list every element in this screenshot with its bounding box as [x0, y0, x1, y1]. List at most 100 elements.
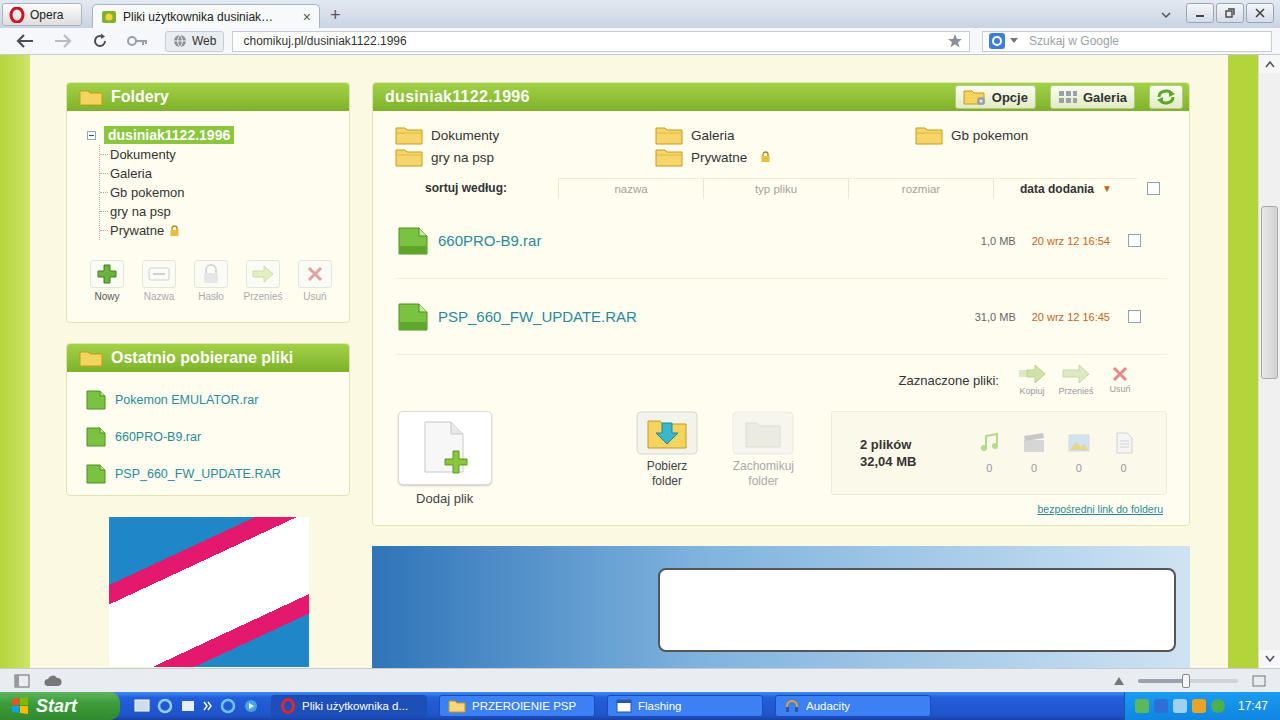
sort-column[interactable]: typ pliku — [703, 178, 848, 199]
folder-icon — [915, 125, 943, 145]
advertisement-banner[interactable] — [372, 546, 1190, 668]
scroll-up-button[interactable] — [1259, 55, 1280, 73]
restore-icon — [1225, 8, 1235, 18]
folder-stats-column: 2 plików32,04 MB0000bezpośredni link do … — [831, 411, 1167, 515]
vertical-scrollbar[interactable] — [1258, 55, 1280, 668]
scroll-down-button[interactable] — [1259, 650, 1280, 668]
folder-panel-body: DokumentyGaleriaGb pokemon gry na pspPryw… — [373, 111, 1189, 525]
recent-file-link[interactable]: PSP_660_FW_UPDATE.RAR — [85, 463, 337, 485]
window-switch-icon[interactable] — [180, 698, 196, 714]
folder-tool-button: Hasło — [193, 260, 229, 302]
tray-network-icon[interactable] — [1135, 699, 1149, 713]
key-icon[interactable] — [127, 35, 149, 47]
media-player-icon[interactable] — [243, 698, 259, 714]
panel-toggle-icon[interactable] — [14, 674, 30, 688]
tree-root-label[interactable]: dusiniak1122.1996 — [104, 126, 234, 144]
browser-tab[interactable]: Pliki użytkownika dusiniak…× — [92, 4, 320, 28]
url-field[interactable]: chomikuj.pl/dusiniak1122.1996 — [232, 31, 970, 52]
sort-column[interactable]: data dodania▼ — [993, 178, 1138, 199]
minimize-button[interactable] — [1186, 3, 1214, 23]
file-name-link[interactable]: 660PRO-B9.rar — [438, 232, 541, 249]
sidebar: Folderydusiniak1122.1996DokumentyGaleria… — [66, 82, 350, 668]
sort-column[interactable]: nazwa — [558, 178, 703, 199]
forward-arrow-icon[interactable] — [53, 33, 73, 49]
plus-icon — [96, 263, 118, 285]
recent-file-link[interactable]: 660PRO-B9.rar — [85, 426, 337, 448]
status-arrow-icon[interactable] — [1114, 677, 1124, 685]
advertisement-banner[interactable] — [109, 517, 309, 667]
down-arrow-icon — [1265, 655, 1275, 663]
web-badge[interactable]: Web — [165, 31, 224, 52]
tray-app-icon[interactable] — [1211, 699, 1225, 713]
subfolder-link[interactable]: gry na psp — [395, 147, 655, 167]
internet-explorer-icon[interactable] — [220, 698, 236, 714]
film-clapper-icon — [1022, 432, 1046, 454]
scroll-thumb[interactable] — [1261, 206, 1278, 379]
tree-item[interactable]: Dokumenty — [100, 145, 337, 164]
search-field[interactable]: Szukaj w Google — [982, 31, 1272, 52]
taskbar-button[interactable]: PRZEROIENIE PSP — [439, 695, 595, 717]
file-type-count: 0 — [967, 432, 1012, 474]
folder-icon — [395, 125, 423, 145]
header-button[interactable]: Galeria — [1050, 85, 1135, 109]
taskbar-button[interactable]: Flashing — [607, 695, 763, 717]
header-button[interactable]: Opcje — [955, 85, 1036, 109]
turbo-cloud-icon[interactable] — [44, 675, 62, 687]
subfolder-link[interactable]: Dokumenty — [395, 125, 655, 145]
tree-item[interactable]: Gb pokemon — [100, 183, 337, 202]
taskbar-button[interactable]: Pliki użytkownika d... — [271, 695, 427, 717]
refresh-button[interactable] — [1149, 85, 1183, 109]
file-checkbox[interactable] — [1128, 234, 1141, 247]
scroll-track[interactable] — [1259, 73, 1280, 650]
direct-folder-link[interactable]: bezpośredni link do folderu — [1037, 503, 1163, 515]
recent-panel-header: Ostatnio pobierane pliki — [67, 344, 349, 372]
select-all-checkbox[interactable] — [1147, 182, 1160, 195]
taskbar-button[interactable]: Audacity — [775, 695, 931, 717]
tree-children: DokumentyGaleriaGb pokemongry na pspPryw… — [99, 145, 337, 240]
restore-button[interactable] — [1216, 3, 1244, 23]
tree-item[interactable]: Galeria — [100, 164, 337, 183]
close-window-button[interactable] — [1246, 3, 1274, 23]
selected-files-action: Kopiuj — [1015, 364, 1049, 396]
reload-icon[interactable] — [91, 32, 109, 50]
folder-tools: NowyNazwaHasłoPrzenieśUsuń — [87, 260, 337, 302]
show-desktop-icon[interactable] — [134, 698, 150, 714]
folder-action-button: Zachomikuj folder — [718, 411, 809, 489]
recent-file-link[interactable]: Pokemon EMULATOR.rar — [85, 389, 337, 411]
back-arrow-icon[interactable] — [15, 33, 35, 49]
subfolder-link[interactable]: Gb pokemon — [915, 125, 1175, 145]
view-icon[interactable] — [1252, 675, 1266, 687]
tab-close-button[interactable]: × — [303, 9, 311, 25]
tab-bar: Opera Pliki użytkownika dusiniak…× + — [0, 0, 1280, 28]
subfolder-link[interactable]: Galeria — [655, 125, 915, 145]
file-type-count: 0 — [1056, 432, 1101, 474]
bookmark-star-icon[interactable] — [947, 33, 963, 49]
opera-menu-button[interactable]: Opera — [2, 3, 82, 26]
tray-security-icon[interactable] — [1154, 699, 1168, 713]
selected-files-action: Usuń — [1103, 366, 1137, 394]
folder-tool-button[interactable]: Nowy — [89, 260, 125, 302]
tray-update-icon[interactable] — [1192, 699, 1206, 713]
zoom-knob[interactable] — [1182, 674, 1190, 688]
file-checkbox[interactable] — [1128, 310, 1141, 323]
tree-item[interactable]: Prywatne — [100, 221, 337, 240]
more-chevron-icon[interactable] — [203, 700, 213, 712]
tab-list-chevron-icon[interactable] — [1160, 10, 1172, 20]
tree-item[interactable]: gry na psp — [100, 202, 337, 221]
search-engine-dropdown-icon[interactable] — [1010, 38, 1018, 44]
application-window-icon — [616, 698, 632, 714]
start-button[interactable]: Start — [0, 692, 120, 720]
zoom-slider[interactable] — [1138, 679, 1238, 683]
delete-x-icon — [1112, 366, 1128, 382]
file-name-link[interactable]: PSP_660_FW_UPDATE.RAR — [438, 308, 637, 325]
sort-column[interactable]: rozmiar — [848, 178, 993, 199]
globe-icon — [173, 34, 187, 48]
tree-toggle-icon[interactable] — [87, 131, 96, 140]
new-tab-button[interactable]: + — [330, 5, 341, 25]
subfolder-link[interactable]: Prywatne — [655, 147, 915, 167]
internet-explorer-icon[interactable] — [157, 698, 173, 714]
refresh-icon — [1155, 88, 1177, 106]
folder-action-button[interactable]: Dodaj plik — [397, 411, 492, 506]
folder-action-button[interactable]: Pobierz folder — [632, 411, 701, 489]
tray-volume-icon[interactable] — [1173, 699, 1187, 713]
